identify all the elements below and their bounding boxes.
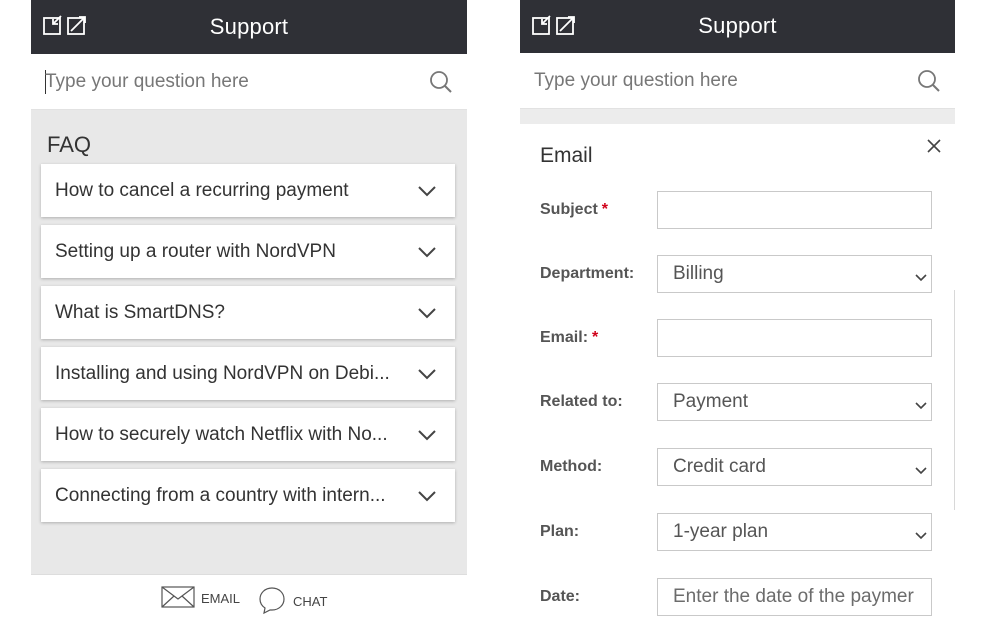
plan-row: Plan: 1-year plan <box>540 513 935 551</box>
faq-section: FAQ How to cancel a recurring payment Se… <box>31 110 467 574</box>
department-select[interactable]: Billing <box>657 255 932 293</box>
email-row: Email: * <box>540 319 935 357</box>
email-button-label: EMAIL <box>201 591 241 606</box>
related-value: Payment <box>673 391 748 412</box>
date-label: Date: <box>540 588 581 605</box>
date-field[interactable]: Enter the date of the paymer <box>657 578 932 616</box>
chevron-down-icon <box>417 428 437 446</box>
faq-item[interactable]: Connecting from a country with intern... <box>41 469 455 522</box>
email-form: Email Subject * Department: Billing Email… <box>520 124 955 624</box>
related-select[interactable]: Payment <box>657 383 932 421</box>
chevron-down-icon <box>417 306 437 324</box>
faq-question: What is SmartDNS? <box>55 302 225 323</box>
method-row: Method: Credit card <box>540 448 935 486</box>
envelope-icon <box>161 585 195 612</box>
department-value: Billing <box>673 263 724 284</box>
subject-row: Subject * <box>540 191 935 229</box>
chevron-down-icon <box>417 184 437 202</box>
chevron-down-icon <box>915 462 927 480</box>
subject-field[interactable] <box>657 191 932 229</box>
chevron-down-icon <box>417 489 437 507</box>
related-row: Related to: Payment <box>540 383 935 421</box>
faq-item[interactable]: How to securely watch Netflix with No... <box>41 408 455 461</box>
search-input[interactable] <box>534 63 904 99</box>
method-label: Method: <box>540 458 603 475</box>
department-label: Department: <box>540 265 635 282</box>
chevron-down-icon <box>915 527 927 545</box>
faq-question: Setting up a router with NordVPN <box>55 241 336 262</box>
required-mark: * <box>601 201 609 218</box>
method-select[interactable]: Credit card <box>657 448 932 486</box>
email-button[interactable]: EMAIL <box>161 585 240 612</box>
faq-question: How to securely watch Netflix with No... <box>55 424 388 445</box>
chat-bubble-icon <box>257 585 287 618</box>
email-field[interactable] <box>657 319 932 357</box>
chevron-down-icon <box>417 245 437 263</box>
chevron-down-icon <box>417 367 437 385</box>
date-row: Date: Enter the date of the paymer <box>540 578 935 616</box>
faq-item[interactable]: Installing and using NordVPN on Debi... <box>41 347 455 400</box>
faq-question: Connecting from a country with intern... <box>55 485 386 506</box>
required-mark: * <box>592 329 599 346</box>
faq-title: FAQ <box>47 132 92 157</box>
chat-button-label: CHAT <box>293 594 328 609</box>
search-bar <box>520 53 955 109</box>
faq-item[interactable]: Setting up a router with NordVPN <box>41 225 455 278</box>
bottom-contact-bar: EMAIL CHAT <box>31 574 467 624</box>
faq-item[interactable]: How to cancel a recurring payment <box>41 164 455 217</box>
support-widget-email: Support Email Subject* Department: Billi… <box>520 0 955 624</box>
method-value: Credit card <box>673 456 766 477</box>
search-icon[interactable] <box>917 69 941 98</box>
search-icon[interactable] <box>429 70 453 99</box>
department-row: Department: Billing <box>540 255 935 293</box>
support-widget-faq: Support FAQ How to cancel a recurring pa… <box>31 0 467 624</box>
plan-select[interactable]: 1-year plan <box>657 513 932 551</box>
related-label: Related to: <box>540 393 623 410</box>
header-title: Support <box>209 14 289 39</box>
search-bar <box>31 54 467 110</box>
support-header: Support <box>31 0 467 54</box>
chat-button[interactable]: CHAT <box>257 585 327 618</box>
header-title: Support <box>698 13 777 38</box>
scrollbar-track <box>954 290 955 510</box>
email-form-title: Email <box>540 144 593 167</box>
faq-list: How to cancel a recurring payment Settin… <box>41 164 455 530</box>
email-label: Email: * <box>540 329 599 346</box>
close-icon[interactable] <box>927 139 941 158</box>
search-input[interactable] <box>45 64 415 100</box>
chevron-down-icon <box>915 269 927 287</box>
date-placeholder: Enter the date of the paymer <box>673 586 914 607</box>
subject-label: Subject * <box>540 201 609 218</box>
faq-item[interactable]: What is SmartDNS? <box>41 286 455 339</box>
chevron-down-icon <box>915 397 927 415</box>
faq-question: How to cancel a recurring payment <box>55 180 349 201</box>
faq-question: Installing and using NordVPN on Debi... <box>55 363 390 384</box>
plan-label: Plan: <box>540 523 580 540</box>
plan-value: 1-year plan <box>673 521 769 542</box>
support-header: Support <box>520 0 955 53</box>
